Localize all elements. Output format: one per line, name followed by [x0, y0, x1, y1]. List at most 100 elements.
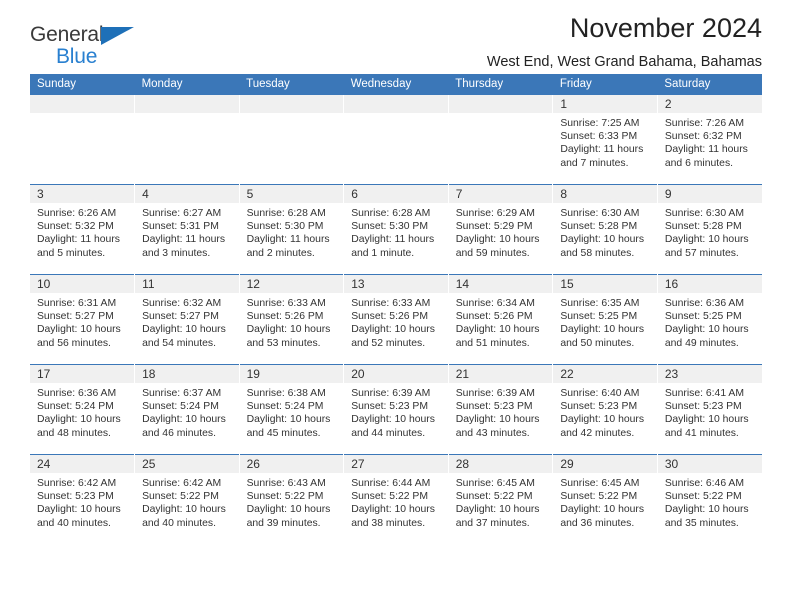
day-details: Sunrise: 6:39 AM Sunset: 5:23 PM Daylight:… [344, 383, 448, 440]
sunset-time: Sunset: 6:32 PM [664, 131, 742, 143]
general-blue-logo[interactable]: General Blue [30, 24, 150, 70]
daylight-duration: Daylight: 10 hours [664, 234, 749, 246]
calendar-week-row: 17 Sunrise: 6:36 AM Sunset: 5:24 PM Dayligh… [30, 364, 762, 455]
day-details: Sunrise: 6:29 AM Sunset: 5:29 PM Daylight:… [449, 203, 553, 260]
calendar-day-cell[interactable]: 20 Sunrise: 6:39 AM Sunset: 5:23 PM Dayligh… [343, 364, 449, 455]
calendar-day-cell[interactable]: 1 Sunrise: 7:25 AM Sunset: 6:33 PM Daylight… [552, 95, 658, 185]
sunrise-time: Sunrise: 6:33 AM [246, 298, 326, 309]
calendar-body: 1 Sunrise: 7:25 AM Sunset: 6:33 PM Daylight… [30, 95, 762, 544]
daylight-duration: Daylight: 11 hours [142, 234, 226, 246]
calendar-day-cell[interactable]: 16 Sunrise: 6:36 AM Sunset: 5:25 PM Dayligh… [657, 274, 762, 365]
calendar-week-row: 24 Sunrise: 6:42 AM Sunset: 5:23 PM Dayligh… [30, 454, 762, 544]
sunset-time: Sunset: 6:33 PM [560, 131, 638, 143]
calendar-day-cell[interactable]: 26 Sunrise: 6:43 AM Sunset: 5:22 PM Dayligh… [239, 454, 345, 544]
sunrise-time: Sunrise: 6:38 AM [246, 388, 326, 399]
calendar-day-cell[interactable]: 11 Sunrise: 6:32 AM Sunset: 5:27 PM Dayligh… [134, 274, 240, 365]
calendar-day-cell[interactable]: 12 Sunrise: 6:33 AM Sunset: 5:26 PM Dayligh… [239, 274, 345, 365]
calendar-day-cell[interactable]: 25 Sunrise: 6:42 AM Sunset: 5:22 PM Dayligh… [134, 454, 240, 544]
calendar-day-cell[interactable]: 24 Sunrise: 6:42 AM Sunset: 5:23 PM Dayligh… [30, 454, 136, 544]
day-details: Sunrise: 6:42 AM Sunset: 5:22 PM Daylight:… [135, 473, 239, 530]
daylight-duration: and 7 minutes. [560, 157, 629, 169]
daylight-duration: and 49 minutes. [664, 337, 739, 349]
weekday-header-sunday: Sunday [30, 74, 135, 95]
sunset-time: Sunset: 5:26 PM [246, 311, 324, 323]
calendar-day-cell[interactable]: 5 Sunrise: 6:28 AM Sunset: 5:30 PM Daylight… [239, 184, 345, 275]
day-details [30, 113, 134, 117]
daylight-duration: Daylight: 10 hours [351, 504, 435, 516]
day-number: 16 [657, 275, 762, 293]
calendar-day-cell[interactable]: 21 Sunrise: 6:39 AM Sunset: 5:23 PM Dayligh… [448, 364, 554, 455]
weekday-header-saturday: Saturday [657, 74, 762, 95]
logo-triangle-icon [101, 27, 134, 45]
daylight-duration: and 3 minutes. [142, 247, 211, 259]
daylight-duration: and 45 minutes. [246, 427, 321, 439]
day-number: 24 [30, 455, 135, 473]
calendar-day-cell[interactable]: 3 Sunrise: 6:26 AM Sunset: 5:32 PM Daylight… [30, 184, 136, 275]
calendar-day-cell[interactable]: 23 Sunrise: 6:41 AM Sunset: 5:23 PM Dayligh… [657, 364, 762, 455]
daylight-duration: Daylight: 10 hours [560, 324, 645, 336]
calendar-day-cell-empty [239, 95, 345, 185]
calendar-day-cell[interactable]: 9 Sunrise: 6:30 AM Sunset: 5:28 PM Daylight… [657, 184, 762, 275]
day-details: Sunrise: 6:42 AM Sunset: 5:23 PM Daylight:… [30, 473, 134, 530]
calendar-day-cell[interactable]: 28 Sunrise: 6:45 AM Sunset: 5:22 PM Dayligh… [448, 454, 554, 544]
day-details: Sunrise: 6:36 AM Sunset: 5:25 PM Daylight:… [658, 293, 762, 350]
sunset-time: Sunset: 5:22 PM [664, 491, 742, 503]
daylight-duration: Daylight: 10 hours [351, 414, 435, 426]
day-details: Sunrise: 6:36 AM Sunset: 5:24 PM Daylight:… [30, 383, 134, 440]
sunset-time: Sunset: 5:26 PM [455, 311, 533, 323]
day-details: Sunrise: 6:33 AM Sunset: 5:26 PM Daylight:… [344, 293, 448, 350]
daylight-duration: Daylight: 11 hours [351, 234, 435, 246]
calendar-day-cell[interactable]: 10 Sunrise: 6:31 AM Sunset: 5:27 PM Dayligh… [30, 274, 136, 365]
page-subtitle: West End, West Grand Bahama, Bahamas [486, 54, 762, 71]
daylight-duration: and 53 minutes. [246, 337, 321, 349]
calendar-day-cell[interactable]: 14 Sunrise: 6:34 AM Sunset: 5:26 PM Dayligh… [448, 274, 554, 365]
daylight-duration: and 1 minute. [351, 247, 415, 259]
daylight-duration: Daylight: 10 hours [142, 414, 226, 426]
calendar-day-cell[interactable]: 15 Sunrise: 6:35 AM Sunset: 5:25 PM Dayligh… [552, 274, 658, 365]
day-number: 21 [448, 365, 553, 383]
calendar-day-cell[interactable]: 4 Sunrise: 6:27 AM Sunset: 5:31 PM Daylight… [134, 184, 240, 275]
day-number: 19 [239, 365, 344, 383]
calendar-day-cell[interactable]: 29 Sunrise: 6:45 AM Sunset: 5:22 PM Dayligh… [552, 454, 658, 544]
day-number: 30 [657, 455, 762, 473]
calendar-day-cell[interactable]: 13 Sunrise: 6:33 AM Sunset: 5:26 PM Dayligh… [343, 274, 449, 365]
day-number [135, 95, 239, 113]
day-number: 22 [553, 365, 657, 383]
weekday-header-row: Sunday Monday Tuesday Wednesday Thursday Frid… [30, 74, 762, 95]
day-details [449, 113, 553, 117]
daylight-duration: and 37 minutes. [455, 517, 530, 529]
calendar-day-cell[interactable]: 18 Sunrise: 6:37 AM Sunset: 5:24 PM Dayligh… [134, 364, 240, 455]
daylight-duration: and 41 minutes. [664, 427, 739, 439]
calendar-day-cell[interactable]: 6 Sunrise: 6:28 AM Sunset: 5:30 PM Daylight… [343, 184, 449, 275]
calendar-day-cell[interactable]: 17 Sunrise: 6:36 AM Sunset: 5:24 PM Dayligh… [30, 364, 136, 455]
calendar-day-cell-empty [448, 95, 554, 185]
daylight-duration: and 52 minutes. [351, 337, 426, 349]
calendar-day-cell[interactable]: 22 Sunrise: 6:40 AM Sunset: 5:23 PM Dayligh… [552, 364, 658, 455]
daylight-duration: Daylight: 10 hours [455, 504, 540, 516]
daylight-duration: and 48 minutes. [37, 427, 111, 439]
day-details: Sunrise: 6:30 AM Sunset: 5:28 PM Daylight:… [553, 203, 657, 260]
day-details: Sunrise: 6:30 AM Sunset: 5:28 PM Daylight:… [658, 203, 762, 260]
daylight-duration: Daylight: 10 hours [37, 324, 121, 336]
daylight-duration: and 40 minutes. [37, 517, 111, 529]
calendar-day-cell[interactable]: 30 Sunrise: 6:46 AM Sunset: 5:22 PM Dayligh… [657, 454, 762, 544]
calendar-day-cell[interactable]: 7 Sunrise: 6:29 AM Sunset: 5:29 PM Daylight… [448, 184, 554, 275]
sunrise-time: Sunrise: 6:37 AM [142, 388, 222, 399]
day-number: 25 [135, 455, 239, 473]
day-details: Sunrise: 6:32 AM Sunset: 5:27 PM Daylight:… [135, 293, 239, 350]
calendar-header-row: Sunday Monday Tuesday Wednesday Thursday Frid… [30, 74, 762, 95]
sunrise-time: Sunrise: 6:43 AM [246, 478, 326, 489]
calendar-day-cell[interactable]: 8 Sunrise: 6:30 AM Sunset: 5:28 PM Daylight… [552, 184, 658, 275]
sunset-time: Sunset: 5:28 PM [664, 221, 742, 233]
daylight-duration: Daylight: 10 hours [142, 504, 226, 516]
calendar-day-cell-empty [30, 95, 136, 185]
sunset-time: Sunset: 5:30 PM [246, 221, 324, 233]
calendar-day-cell[interactable]: 2 Sunrise: 7:26 AM Sunset: 6:32 PM Daylight… [657, 95, 762, 185]
calendar-day-cell[interactable]: 27 Sunrise: 6:44 AM Sunset: 5:22 PM Dayligh… [343, 454, 449, 544]
sunset-time: Sunset: 5:28 PM [560, 221, 638, 233]
calendar-day-cell[interactable]: 19 Sunrise: 6:38 AM Sunset: 5:24 PM Dayligh… [239, 364, 345, 455]
sunrise-time: Sunrise: 7:25 AM [560, 118, 640, 129]
day-details: Sunrise: 6:46 AM Sunset: 5:22 PM Daylight:… [658, 473, 762, 530]
daylight-duration: Daylight: 10 hours [560, 414, 645, 426]
day-details: Sunrise: 6:39 AM Sunset: 5:23 PM Daylight:… [449, 383, 553, 440]
